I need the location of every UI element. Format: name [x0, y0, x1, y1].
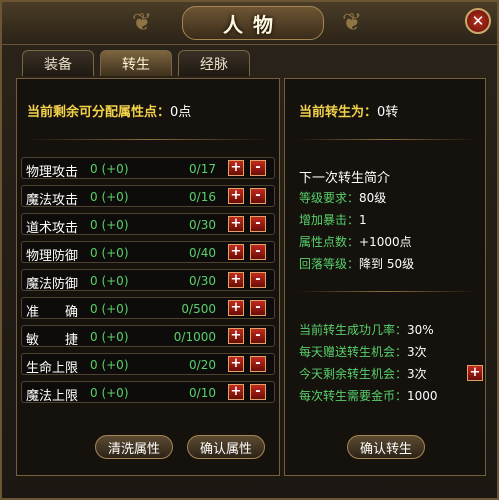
attr-name: 魔法上限 — [26, 389, 79, 404]
attr-row-physical-attack: 物理攻击 0 (+0) 0/17 + - — [21, 157, 275, 180]
attr-value: 0 (+0) — [90, 246, 129, 260]
increase-button[interactable]: + — [228, 328, 244, 344]
attr-value: 0 (+0) — [90, 190, 129, 204]
attr-row-physical-defense: 物理防御 0 (+0) 0/40 + - — [21, 241, 275, 264]
attr-value: 0 (+0) — [90, 274, 129, 288]
attr-value: 0 (+0) — [90, 330, 129, 344]
attr-row-agility: 敏 捷 0 (+0) 0/1000 + - — [21, 325, 275, 348]
divider — [295, 291, 477, 292]
attr-value: 0 (+0) — [90, 302, 129, 316]
attr-value: 0 (+0) — [90, 218, 129, 232]
attr-max: 0/30 — [189, 274, 216, 288]
attr-row-max-hp: 生命上限 0 (+0) 0/20 + - — [21, 353, 275, 376]
decrease-button[interactable]: - — [250, 244, 266, 260]
attr-name: 魔法防御 — [26, 277, 79, 292]
window-title: 人物 — [182, 6, 324, 40]
divider — [27, 139, 271, 140]
increase-button[interactable]: + — [228, 160, 244, 176]
decrease-button[interactable]: - — [250, 384, 266, 400]
attr-name: 道术攻击 — [26, 221, 79, 236]
decrease-button[interactable]: - — [250, 272, 266, 288]
attr-row-magic-attack: 魔法攻击 0 (+0) 0/16 + - — [21, 185, 275, 208]
attribute-points: 属性点数：+1000点 — [299, 235, 412, 249]
close-icon: ✕ — [471, 12, 485, 30]
increase-button[interactable]: + — [228, 244, 244, 260]
ornament-left-icon: ❦ — [132, 8, 153, 36]
character-window: ❦ 人物 ❦ ✕ 装备 转生 经脉 当前剩余可分配属性点：0点 物理攻击 0 (… — [0, 0, 499, 500]
attr-max: 0/16 — [189, 190, 216, 204]
reset-attributes-button[interactable]: 清洗属性 — [95, 435, 173, 459]
attr-name: 魔法攻击 — [26, 193, 79, 208]
attr-row-taoist-attack: 道术攻击 0 (+0) 0/30 + - — [21, 213, 275, 236]
attr-max: 0/17 — [189, 162, 216, 176]
attr-value: 0 (+0) — [90, 358, 129, 372]
gold-cost: 每次转生需要金币：1000 — [299, 389, 438, 403]
attr-name: 生命上限 — [26, 361, 79, 376]
points-value: 0点 — [170, 105, 192, 120]
tab-meridian[interactable]: 经脉 — [178, 50, 250, 76]
close-button[interactable]: ✕ — [465, 8, 491, 34]
points-heading: 当前剩余可分配属性点：0点 — [27, 101, 191, 120]
rebirth-heading: 当前转生为：0转 — [299, 101, 398, 120]
increase-button[interactable]: + — [228, 384, 244, 400]
attr-row-magic-defense: 魔法防御 0 (+0) 0/30 + - — [21, 269, 275, 292]
attr-name: 准 确 — [26, 305, 79, 320]
rebirth-panel: 当前转生为：0转 下一次转生简介 等级要求：80级 增加暴击：1 属性点数：+1… — [284, 78, 486, 476]
attr-max: 0/20 — [189, 358, 216, 372]
increase-button[interactable]: + — [228, 216, 244, 232]
daily-free-chances: 每天赠送转生机会：3次 — [299, 345, 427, 359]
next-rebirth-title: 下一次转生简介 — [299, 171, 391, 186]
attr-max: 0/40 — [189, 246, 216, 260]
confirm-rebirth-button[interactable]: 确认转生 — [347, 435, 425, 459]
attr-max: 0/30 — [189, 218, 216, 232]
attr-max: 0/1000 — [173, 330, 216, 344]
attr-max: 0/10 — [189, 386, 216, 400]
confirm-attributes-button[interactable]: 确认属性 — [187, 435, 265, 459]
attr-row-max-mp: 魔法上限 0 (+0) 0/10 + - — [21, 381, 275, 404]
crit-bonus: 增加暴击：1 — [299, 213, 367, 227]
rebirth-label: 当前转生为： — [299, 105, 378, 120]
success-rate: 当前转生成功几率：30% — [299, 323, 434, 337]
increase-button[interactable]: + — [228, 356, 244, 372]
points-label: 当前剩余可分配属性点： — [27, 105, 171, 120]
decrease-button[interactable]: - — [250, 216, 266, 232]
attr-name: 敏 捷 — [26, 333, 79, 348]
increase-button[interactable]: + — [228, 272, 244, 288]
decrease-button[interactable]: - — [250, 356, 266, 372]
attribute-panel: 当前剩余可分配属性点：0点 物理攻击 0 (+0) 0/17 + - 魔法攻击 … — [16, 78, 280, 476]
attr-name: 物理攻击 — [26, 165, 79, 180]
tab-rebirth[interactable]: 转生 — [100, 50, 172, 76]
tab-equipment[interactable]: 装备 — [22, 50, 94, 76]
rebirth-value: 0转 — [377, 105, 399, 120]
attr-value: 0 (+0) — [90, 162, 129, 176]
decrease-button[interactable]: - — [250, 160, 266, 176]
ornament-right-icon: ❦ — [342, 8, 363, 36]
attr-value: 0 (+0) — [90, 386, 129, 400]
add-chance-button[interactable]: + — [467, 365, 483, 381]
decrease-button[interactable]: - — [250, 188, 266, 204]
increase-button[interactable]: + — [228, 188, 244, 204]
level-requirement: 等级要求：80级 — [299, 191, 387, 205]
attr-name: 物理防御 — [26, 249, 79, 264]
remaining-chances: 今天剩余转生机会：3次 — [299, 367, 427, 381]
increase-button[interactable]: + — [228, 300, 244, 316]
level-drop: 回落等级：降到 50级 — [299, 257, 415, 271]
attr-max: 0/500 — [181, 302, 216, 316]
decrease-button[interactable]: - — [250, 300, 266, 316]
decrease-button[interactable]: - — [250, 328, 266, 344]
tab-bar: 装备 转生 经脉 — [22, 50, 250, 76]
title-bar[interactable]: ❦ 人物 ❦ ✕ — [2, 2, 497, 45]
attr-row-accuracy: 准 确 0 (+0) 0/500 + - — [21, 297, 275, 320]
divider — [295, 139, 477, 140]
